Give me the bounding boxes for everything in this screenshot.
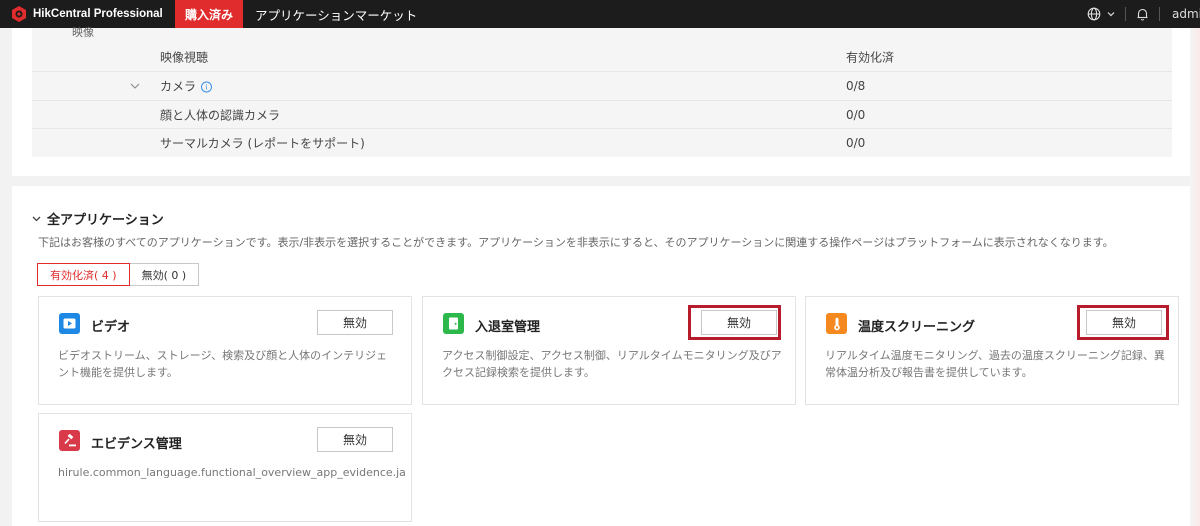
all-applications-panel: 全アプリケーション 下記はお客様のすべてのアプリケーションです。表示/非表示を選…	[12, 186, 1190, 526]
language-globe-icon[interactable]	[1087, 0, 1101, 28]
filter-enabled-button[interactable]: 有効化済( 4 )	[37, 263, 130, 286]
table-row: サーマルカメラ (レポートをサポート) 0/0	[32, 129, 1172, 157]
video-play-icon	[59, 313, 80, 334]
status-filter: 有効化済( 4 ) 無効( 0 )	[37, 263, 200, 286]
app-description: アクセス制御設定、アクセス制御、リアルタイムモニタリング及びアクセス記録検索を提…	[442, 349, 782, 379]
tab-application-market[interactable]: アプリケーションマーケット	[243, 0, 429, 28]
row-name: サーマルカメラ (レポートをサポート)	[160, 136, 365, 151]
row-name: 顔と人体の認識カメラ	[160, 108, 281, 122]
section-title[interactable]: 全アプリケーション	[32, 209, 164, 228]
brand-name: HikCentral Professional	[33, 8, 163, 20]
row-status: 0/0	[846, 136, 866, 150]
highlight-box	[688, 305, 781, 340]
section-description: 下記はお客様のすべてのアプリケーションです。表示/非表示を選択することができます…	[38, 236, 1114, 249]
chevron-down-icon[interactable]	[32, 216, 41, 222]
table-row: カメラ i 0/8	[32, 72, 1172, 101]
app-title: 温度スクリーニング	[858, 320, 976, 335]
app-title: エビデンス管理	[91, 437, 182, 452]
filter-disabled-button[interactable]: 無効( 0 )	[129, 263, 200, 286]
thermometer-icon	[826, 313, 847, 334]
video-group-header[interactable]: 映像	[32, 26, 1172, 43]
chevron-down-icon[interactable]	[130, 83, 140, 90]
disable-button[interactable]: 無効	[317, 310, 393, 335]
video-license-panel: 映像 映像視聴 有効化済 カメラ i 0/8 顔と人体の認識カメラ 0/0 サーマ…	[12, 26, 1190, 176]
row-status: 0/8	[846, 79, 866, 93]
app-card-video: ビデオ 無効 ビデオストリーム、ストレージ、検索及び顔と人体のインテリジェント機…	[38, 296, 412, 405]
table-row: 顔と人体の認識カメラ 0/0	[32, 101, 1172, 129]
page-edge	[1190, 28, 1200, 526]
disable-button[interactable]: 無効	[317, 427, 393, 452]
highlight-box	[1077, 305, 1169, 340]
row-name: 映像視聴	[160, 50, 209, 65]
info-icon[interactable]: i	[201, 81, 213, 93]
topbar-divider	[1159, 7, 1160, 21]
door-icon	[443, 313, 464, 334]
video-group-label: 映像	[72, 26, 94, 39]
app-card-evidence-management: エビデンス管理 無効 hirule.common_language.functi…	[38, 413, 412, 522]
gavel-icon	[59, 430, 80, 451]
app-title: ビデオ	[91, 320, 131, 335]
language-dropdown-icon[interactable]	[1107, 0, 1115, 28]
table-row: 映像視聴 有効化済	[32, 43, 1172, 72]
app-description: リアルタイム温度モニタリング、過去の温度スクリーニング記録、異常体温分析及び報告…	[825, 349, 1165, 379]
row-name: カメラ	[160, 79, 197, 94]
app-description: hirule.common_language.functional_overvi…	[58, 466, 406, 479]
section-title-text: 全アプリケーション	[47, 213, 164, 228]
app-description: ビデオストリーム、ストレージ、検索及び顔と人体のインテリジェント機能を提供します…	[58, 349, 388, 379]
app-title: 入退室管理	[475, 320, 541, 335]
topbar-divider	[1125, 7, 1126, 21]
tab-purchased[interactable]: 購入済み	[175, 0, 244, 28]
top-navigation-bar: HikCentral Professional 購入済み アプリケーションマーケ…	[0, 0, 1200, 28]
user-menu[interactable]: admin	[1172, 7, 1200, 21]
row-status: 0/0	[846, 107, 866, 122]
row-status: 有効化済	[846, 50, 895, 65]
notification-bell-icon[interactable]	[1136, 0, 1149, 28]
hikcentral-logo-icon	[12, 6, 26, 22]
